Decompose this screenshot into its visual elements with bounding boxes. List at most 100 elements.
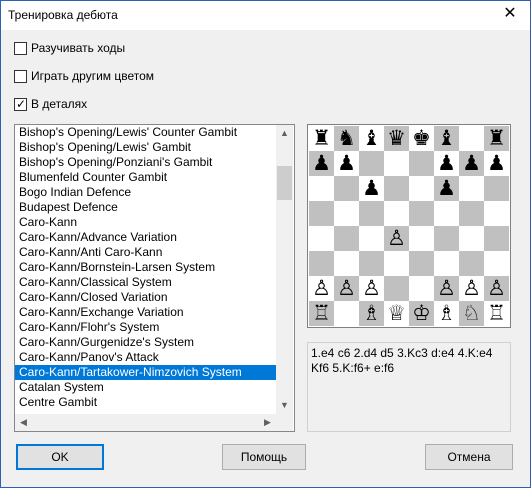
- board-square: [409, 176, 434, 201]
- white-king-icon: ♔: [409, 301, 434, 326]
- close-icon[interactable]: ✕: [498, 3, 522, 25]
- board-square: [359, 251, 384, 276]
- board-square: [459, 251, 484, 276]
- opening-list-item[interactable]: Blumenfeld Counter Gambit: [15, 170, 276, 185]
- board-square: [384, 251, 409, 276]
- board-square: [334, 201, 359, 226]
- board-square: [409, 201, 434, 226]
- check-icon: ✓: [16, 97, 27, 111]
- help-button[interactable]: Помощь: [222, 444, 306, 470]
- board-square: [384, 201, 409, 226]
- board-square: [334, 301, 359, 326]
- black-king-icon: ♚: [409, 126, 434, 151]
- white-pawn-icon: ♙: [484, 276, 509, 301]
- opening-list-item[interactable]: Caro-Kann/Anti Caro-Kann: [15, 245, 276, 260]
- opening-list-item[interactable]: Caro-Kann/Flohr's System: [15, 320, 276, 335]
- white-rook-icon: ♖: [309, 301, 334, 326]
- horizontal-scrollbar[interactable]: ◀ ▶: [15, 414, 276, 431]
- white-bishop-icon: ♗: [434, 301, 459, 326]
- black-knight-icon: ♞: [334, 126, 359, 151]
- learn-moves-label: Разучивать ходы: [31, 41, 126, 55]
- board-square: [409, 251, 434, 276]
- black-bishop-icon: ♝: [434, 126, 459, 151]
- board-square: [484, 226, 509, 251]
- board-square: [334, 226, 359, 251]
- white-pawn-icon: ♙: [459, 276, 484, 301]
- board-square: [309, 226, 334, 251]
- board-square: [409, 276, 434, 301]
- board-square: [359, 226, 384, 251]
- white-queen-icon: ♕: [384, 301, 409, 326]
- board-square: [434, 201, 459, 226]
- openings-list[interactable]: Bishop's Opening/Lewis' Counter Gambit Bi…: [14, 124, 295, 432]
- ok-button[interactable]: OK: [16, 444, 104, 470]
- board-square: [484, 251, 509, 276]
- opening-list-item[interactable]: Caro-Kann/Advance Variation: [15, 230, 276, 245]
- board-square: [334, 176, 359, 201]
- white-pawn-icon: ♙: [359, 276, 384, 301]
- opening-training-dialog: Тренировка дебюта ✕ Разучивать ходы Игра…: [0, 0, 531, 488]
- in-detail-checkbox-box[interactable]: ✓: [14, 97, 27, 111]
- opening-list-item[interactable]: Caro-Kann/Closed Variation: [15, 290, 276, 305]
- play-other-color-checkbox-box[interactable]: [14, 70, 27, 83]
- white-pawn-icon: ♙: [334, 276, 359, 301]
- opening-list-item[interactable]: Bogo Indian Defence: [15, 185, 276, 200]
- scroll-right-icon[interactable]: ▶: [259, 414, 276, 431]
- board-square: [309, 176, 334, 201]
- white-rook-icon: ♖: [484, 301, 509, 326]
- window-title: Тренировка дебюта: [8, 8, 118, 22]
- learn-moves-checkbox-box[interactable]: [14, 42, 27, 55]
- board-square: [384, 276, 409, 301]
- title-bar: Тренировка дебюта ✕: [1, 1, 530, 30]
- black-pawn-icon: ♟: [359, 176, 384, 201]
- opening-list-item[interactable]: Caro-Kann: [15, 215, 276, 230]
- black-pawn-icon: ♟: [309, 151, 334, 176]
- opening-list-item[interactable]: Centre Gambit: [15, 395, 276, 410]
- black-pawn-icon: ♟: [334, 151, 359, 176]
- board-square: [309, 251, 334, 276]
- opening-list-item[interactable]: Caro-Kann/Classical System: [15, 275, 276, 290]
- scroll-down-icon[interactable]: ▼: [276, 397, 293, 414]
- board-square: [359, 151, 384, 176]
- vertical-scroll-thumb[interactable]: [277, 166, 292, 200]
- opening-list-item[interactable]: Catalan System: [15, 380, 276, 395]
- black-bishop-icon: ♝: [359, 126, 384, 151]
- moves-notation-panel: 1.e4 c6 2.d4 d5 3.Kc3 d:e4 4.K:e4 Kf6 5.…: [307, 342, 511, 432]
- board-square: [384, 176, 409, 201]
- play-other-color-label: Играть другим цветом: [31, 69, 155, 83]
- chess-board: ♜ ♞ ♝ ♛ ♚ ♝ ♜ ♟ ♟ ♟ ♟ ♟ ♟ ♟ ♙ ♙ ♙ ♙ ♙ ♙ ♙ ♖ ♗ ♕ ♔ ♗ ♘ ♖: [307, 124, 511, 328]
- opening-list-item[interactable]: Bishop's Opening/Ponziani's Gambit: [15, 155, 276, 170]
- black-queen-icon: ♛: [384, 126, 409, 151]
- board-square: [484, 176, 509, 201]
- scroll-up-icon[interactable]: ▲: [276, 125, 293, 142]
- board-square: [434, 226, 459, 251]
- scroll-left-icon[interactable]: ◀: [15, 414, 32, 431]
- board-square: [434, 251, 459, 276]
- in-detail-label: В деталях: [31, 97, 88, 111]
- openings-list-items: Bishop's Opening/Lewis' Counter Gambit Bi…: [15, 125, 276, 410]
- board-square: [359, 201, 384, 226]
- opening-list-item[interactable]: Caro-Kann/Gurgenidze's System: [15, 335, 276, 350]
- white-bishop-icon: ♗: [359, 301, 384, 326]
- board-square: [334, 251, 359, 276]
- cancel-button[interactable]: Отмена: [425, 444, 513, 470]
- opening-list-item[interactable]: Budapest Defence: [15, 200, 276, 215]
- vertical-scrollbar[interactable]: ▲ ▼: [276, 125, 293, 414]
- black-pawn-icon: ♟: [484, 151, 509, 176]
- opening-list-item[interactable]: Caro-Kann/Tartakower-Nimzovich System: [15, 365, 276, 380]
- opening-list-item[interactable]: Caro-Kann/Exchange Variation: [15, 305, 276, 320]
- board-square: [484, 201, 509, 226]
- board-square: [384, 151, 409, 176]
- white-pawn-icon: ♙: [434, 276, 459, 301]
- opening-list-item[interactable]: Caro-Kann/Panov's Attack: [15, 350, 276, 365]
- board-square: [409, 151, 434, 176]
- opening-list-item[interactable]: Bishop's Opening/Lewis' Counter Gambit: [15, 125, 276, 140]
- white-pawn-icon: ♙: [384, 226, 409, 251]
- opening-list-item[interactable]: Bishop's Opening/Lewis' Gambit: [15, 140, 276, 155]
- board-square: [309, 201, 334, 226]
- board-square: [409, 226, 434, 251]
- board-square: [459, 126, 484, 151]
- black-pawn-icon: ♟: [434, 176, 459, 201]
- opening-list-item[interactable]: Caro-Kann/Bornstein-Larsen System: [15, 260, 276, 275]
- black-rook-icon: ♜: [309, 126, 334, 151]
